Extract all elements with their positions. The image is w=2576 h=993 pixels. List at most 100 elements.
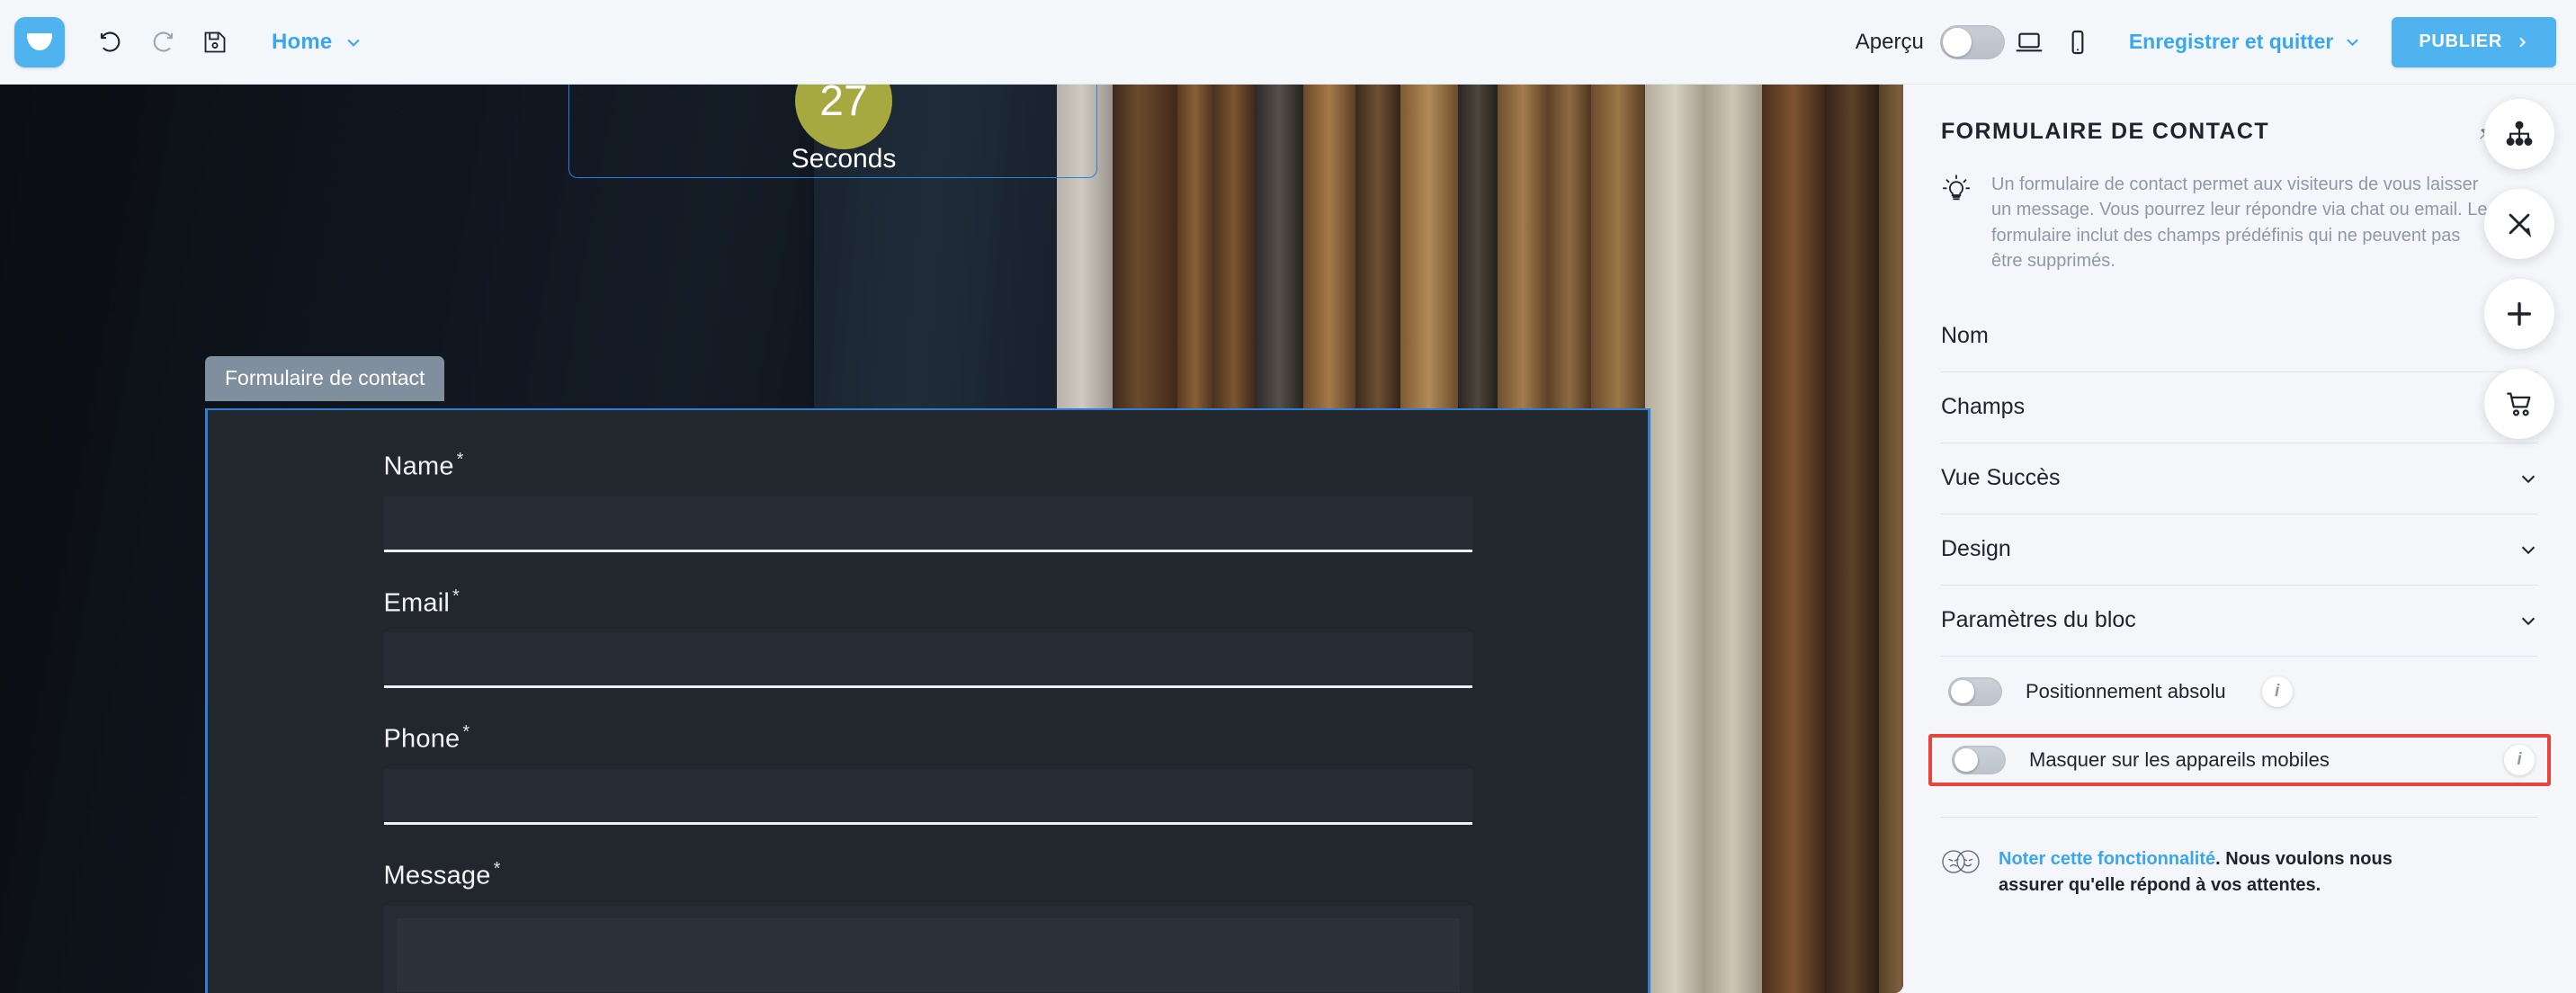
toggle-label: Positionnement absolu: [2026, 679, 2226, 702]
section-champs[interactable]: Champs: [1941, 372, 2538, 443]
toggle-knob: [1954, 747, 1978, 772]
required-marker: *: [462, 722, 470, 743]
name-input[interactable]: [383, 496, 1472, 552]
cup-smile-logo-icon: [27, 32, 52, 50]
field-label: Email *: [384, 586, 1472, 619]
chevron-down-icon: [2521, 617, 2536, 625]
hide-on-mobile-toggle[interactable]: [1952, 745, 2006, 774]
book-spine: [1762, 85, 1825, 993]
chevron-down-icon: [347, 39, 361, 47]
required-marker: *: [493, 858, 501, 879]
form-field-message: Message *: [383, 859, 1472, 993]
preview-toggle-knob: [1942, 27, 1972, 57]
feedback-text: Noter cette fonctionnalité. Nous voulons…: [1999, 846, 2448, 899]
info-icon[interactable]: i: [2504, 744, 2535, 775]
publish-label: PUBLIER: [2419, 31, 2502, 51]
required-marker: *: [452, 586, 460, 606]
cart-button[interactable]: [2484, 369, 2554, 439]
required-marker: *: [456, 450, 464, 470]
plus-icon: [2507, 301, 2532, 327]
pen-cross-icon: [2509, 213, 2532, 238]
chevron-down-icon: [2521, 475, 2536, 483]
chevron-down-icon: [2521, 546, 2536, 554]
sitemap-icon: [2506, 121, 2533, 146]
feedback-row: Noter cette fonctionnalité. Nous voulons…: [1941, 846, 2538, 899]
phone-input[interactable]: [383, 768, 1472, 825]
form-field-phone: Phone *: [383, 722, 1472, 825]
chevron-right-icon: [2519, 37, 2527, 47]
sad-happy-faces-icon: [1942, 849, 1980, 873]
absolute-position-toggle[interactable]: [1948, 676, 2002, 706]
contact-form-block[interactable]: Name * Email * Phone * Message *: [205, 408, 1650, 993]
field-label-text: Message: [383, 861, 491, 890]
redo-button[interactable]: [137, 16, 189, 68]
settings-panel: FORMULAIRE DE CONTACT Un formulaire de c…: [1903, 85, 2576, 993]
publish-button[interactable]: PUBLIER: [2392, 16, 2556, 67]
countdown-seconds-caption: Seconds: [791, 144, 897, 174]
panel-title: FORMULAIRE DE CONTACT: [1941, 119, 2270, 144]
book-spine: [1704, 85, 1762, 993]
app-logo[interactable]: [14, 16, 65, 67]
panel-divider: [1941, 816, 2538, 818]
toolbar-right-group: Aperçu Enregistrer et quitter PUBLIER: [1856, 16, 2576, 67]
shopping-cart-icon: [2507, 392, 2531, 416]
save-and-quit-label: Enregistrer et quitter: [2128, 30, 2334, 53]
desktop-icon: [2016, 32, 2043, 51]
section-parametres-du-bloc[interactable]: Paramètres du bloc: [1941, 586, 2538, 657]
field-label: Phone *: [384, 722, 1472, 755]
save-disk-icon: [204, 31, 226, 52]
page-name-label: Home: [272, 29, 333, 54]
design-edit-button[interactable]: [2484, 189, 2554, 259]
form-field-name: Name *: [383, 450, 1472, 552]
toolbar-left-group: Home: [0, 16, 362, 68]
undo-icon: [100, 31, 121, 52]
toggle-row-positionnement-absolu: Positionnement absolu i: [1941, 657, 2538, 727]
section-vue-succes[interactable]: Vue Succès: [1941, 443, 2538, 514]
section-label: Design: [1941, 536, 2011, 562]
book-spine: [1879, 85, 1903, 993]
preview-toggle[interactable]: [1939, 24, 2005, 59]
book-spine: [1825, 85, 1879, 993]
message-textarea[interactable]: [383, 905, 1472, 993]
field-label: Name *: [384, 450, 1472, 482]
form-field-email: Email *: [383, 586, 1472, 689]
save-button[interactable]: [189, 16, 241, 68]
field-label-text: Email: [383, 588, 451, 618]
section-label: Vue Succès: [1941, 465, 2061, 491]
field-label-text: Name: [383, 452, 454, 481]
mobile-view-button[interactable]: [2053, 18, 2102, 67]
toggle-knob: [1951, 679, 1974, 703]
page-canvas[interactable]: I 27 Seconds Formulaire de contact Name*…: [0, 85, 1903, 993]
chevron-down-icon: [2347, 39, 2359, 47]
top-toolbar: Home Aperçu Enregistrer et quitter PUBLI…: [0, 0, 2576, 85]
info-icon[interactable]: i: [2261, 675, 2293, 707]
redo-icon: [153, 31, 174, 52]
panel-hint: Un formulaire de contact permet aux visi…: [1941, 172, 2538, 274]
floating-action-buttons: [2484, 99, 2554, 439]
rate-feature-link[interactable]: Noter cette fonctionnalité: [1999, 849, 2215, 869]
page-selector[interactable]: Home: [272, 30, 362, 55]
section-nom[interactable]: Nom: [1941, 301, 2538, 372]
section-label: Paramètres du bloc: [1941, 607, 2136, 633]
section-design[interactable]: Design: [1941, 514, 2538, 586]
toggle-row-masquer-mobiles: Masquer sur les appareils mobiles i: [1928, 733, 2551, 786]
desktop-view-button[interactable]: [2005, 18, 2053, 67]
section-label: Champs: [1941, 394, 2026, 420]
undo-button[interactable]: [85, 16, 137, 68]
section-label: Nom: [1941, 323, 1989, 349]
email-input[interactable]: [383, 632, 1472, 689]
toggle-label: Masquer sur les appareils mobiles: [2029, 747, 2330, 771]
sitemap-button[interactable]: [2484, 99, 2554, 169]
panel-hint-text: Un formulaire de contact permet aux visi…: [1991, 174, 2488, 272]
mobile-phone-icon: [2071, 30, 2084, 54]
save-and-quit-button[interactable]: Enregistrer et quitter: [2129, 30, 2362, 54]
panel-header: FORMULAIRE DE CONTACT: [1941, 119, 2538, 145]
field-label-text: Phone: [383, 724, 461, 754]
lightbulb-icon: [1942, 174, 1971, 201]
selected-block-label: Formulaire de contact: [205, 356, 445, 401]
book-spine: [1645, 85, 1704, 993]
field-label: Message *: [384, 859, 1472, 891]
message-textarea-inner: [396, 917, 1460, 992]
add-block-button[interactable]: [2484, 279, 2554, 349]
countdown-seconds-value: 27: [819, 85, 868, 125]
